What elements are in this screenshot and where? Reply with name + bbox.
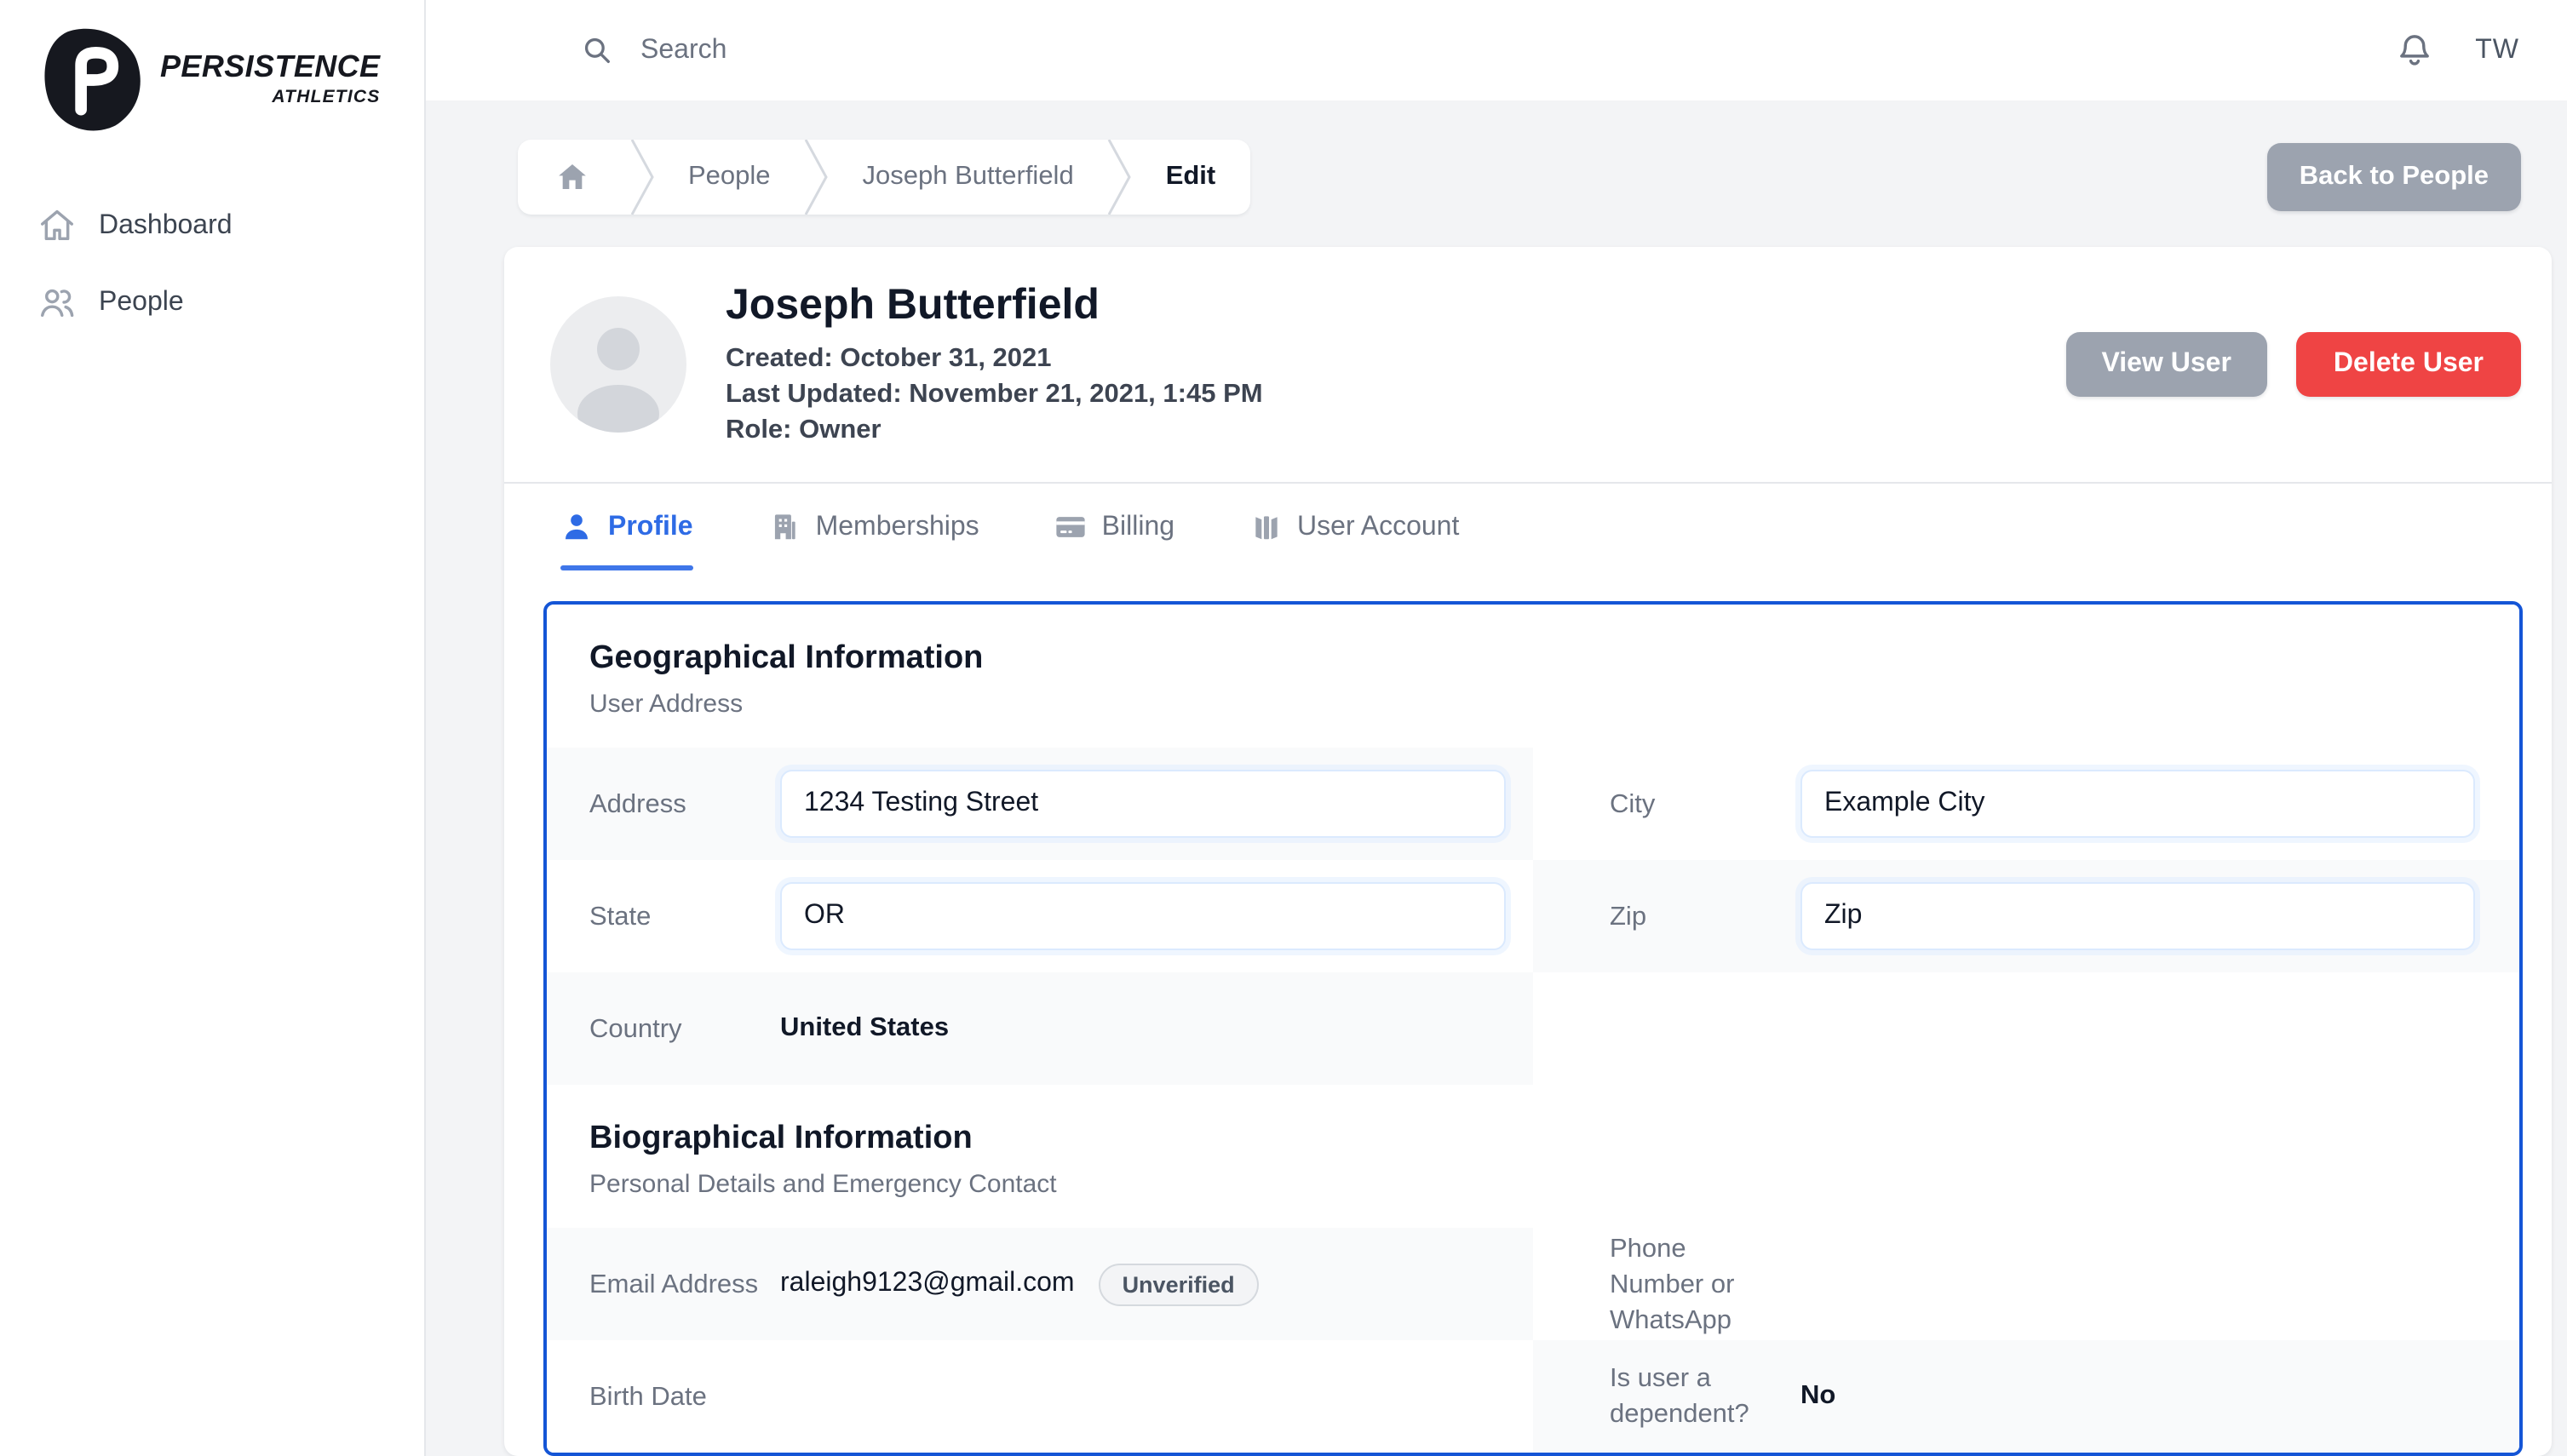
field-label: Is user a dependent?	[1610, 1361, 1800, 1432]
field-dependent: Is user a dependent? No	[1533, 1340, 2519, 1453]
section-title: Biographical Information	[589, 1121, 2477, 1158]
dependent-value: No	[1800, 1381, 1835, 1412]
field-label: Phone Number or WhatsApp	[1610, 1230, 1800, 1338]
user-card: Joseph Butterfield Created: October 31, …	[504, 247, 2552, 1456]
breadcrumb: People Joseph Butterfield Edit	[518, 140, 1249, 215]
sidebar-nav: Dashboard People	[0, 187, 424, 341]
tab-memberships[interactable]: Memberships	[768, 511, 979, 570]
persistence-logo-icon	[41, 27, 146, 129]
field-label: State	[589, 898, 780, 934]
chevron-separator-icon	[805, 140, 829, 215]
active-tab-underline	[560, 565, 693, 570]
bio-section-header: Biographical Information Personal Detail…	[547, 1085, 2519, 1228]
breadcrumb-home[interactable]	[518, 140, 630, 215]
field-label: City	[1610, 786, 1800, 822]
field-birth-date: Birth Date	[547, 1340, 1533, 1453]
topbar: TW	[426, 0, 2567, 100]
empty-cell	[1533, 972, 2519, 1085]
geo-section-header: Geographical Information User Address	[547, 605, 2519, 748]
field-label: Email Address	[589, 1266, 780, 1302]
field-label: Zip	[1610, 898, 1800, 934]
viewport: PERSISTENCE ATHLETICS Dashboard	[0, 0, 2567, 1456]
status-badge: Unverified	[1099, 1263, 1259, 1305]
sidebar-item-label: Dashboard	[99, 210, 233, 241]
field-phone: Phone Number or WhatsApp	[1533, 1228, 2519, 1340]
field-label: Address	[589, 786, 780, 822]
credit-card-icon	[1054, 511, 1087, 543]
user-meta: Joseph Butterfield Created: October 31, …	[726, 281, 2027, 448]
search-bar	[579, 32, 2395, 68]
field-label: Birth Date	[589, 1379, 780, 1414]
search-icon	[579, 32, 615, 68]
breadcrumb-row: People Joseph Butterfield Edit Bac	[504, 140, 2552, 215]
user-icon	[560, 511, 593, 543]
country-value: United States	[780, 1013, 949, 1044]
user-menu[interactable]: TW	[2475, 35, 2519, 66]
form-row-email-phone: Email Address raleigh9123@gmail.com Unve…	[547, 1228, 2519, 1340]
breadcrumb-edit: Edit	[1132, 140, 1250, 215]
chevron-separator-icon	[630, 140, 654, 215]
field-country: Country United States	[547, 972, 1533, 1085]
library-icon	[1249, 511, 1282, 543]
sidebar-item-dashboard[interactable]: Dashboard	[17, 187, 407, 264]
tab-profile[interactable]: Profile	[560, 511, 693, 570]
user-card-header: Joseph Butterfield Created: October 31, …	[504, 247, 2552, 484]
field-city: City	[1533, 748, 2519, 860]
state-input[interactable]	[780, 882, 1506, 950]
form-row-state-zip: State Zip	[547, 860, 2519, 972]
content: People Joseph Butterfield Edit Bac	[426, 100, 2567, 1456]
profile-form-panel: Geographical Information User Address Ad…	[543, 601, 2523, 1456]
breadcrumb-user[interactable]: Joseph Butterfield	[829, 140, 1108, 215]
header-actions: View User Delete User	[2066, 332, 2522, 397]
avatar	[550, 296, 686, 433]
city-input[interactable]	[1800, 770, 2475, 838]
page-title: Joseph Butterfield	[726, 281, 2027, 330]
user-role: Role: Owner	[726, 412, 2027, 448]
brand-name: PERSISTENCE ATHLETICS	[160, 49, 380, 107]
field-address: Address	[547, 748, 1533, 860]
section-subtitle: Personal Details and Emergency Contact	[589, 1170, 2477, 1199]
tab-user-account[interactable]: User Account	[1249, 511, 1459, 570]
users-icon	[37, 283, 77, 322]
form-row-birthdate-dependent: Birth Date Is user a dependent? No	[547, 1340, 2519, 1453]
section-subtitle: User Address	[589, 690, 2477, 719]
field-label: Country	[589, 1011, 780, 1046]
form-row-country: Country United States	[547, 972, 2519, 1085]
sidebar-item-label: People	[99, 287, 184, 318]
breadcrumb-people[interactable]: People	[654, 140, 805, 215]
tab-bar: Profile Memberships	[504, 484, 2552, 570]
topbar-right: TW	[2395, 31, 2519, 70]
form-row-address-city: Address City	[547, 748, 2519, 860]
brand-logo[interactable]: PERSISTENCE ATHLETICS	[0, 0, 424, 129]
user-created: Created: October 31, 2021	[726, 341, 2027, 376]
chevron-separator-icon	[1108, 140, 1132, 215]
building-icon	[768, 511, 801, 543]
search-input[interactable]	[640, 35, 1356, 66]
user-last-updated: Last Updated: November 21, 2021, 1:45 PM	[726, 376, 2027, 412]
zip-input[interactable]	[1800, 882, 2475, 950]
back-to-people-button[interactable]: Back to People	[2267, 143, 2521, 211]
home-icon	[555, 160, 589, 194]
sidebar-item-people[interactable]: People	[17, 264, 407, 341]
delete-user-button[interactable]: Delete User	[2296, 332, 2521, 397]
home-icon	[37, 206, 77, 245]
sidebar: PERSISTENCE ATHLETICS Dashboard	[0, 0, 426, 1456]
app: PERSISTENCE ATHLETICS Dashboard	[0, 0, 2567, 1456]
main-area: TW Pe	[426, 0, 2567, 1456]
view-user-button[interactable]: View User	[2066, 332, 2267, 397]
address-input[interactable]	[780, 770, 1506, 838]
bell-icon[interactable]	[2395, 31, 2434, 70]
field-email: Email Address raleigh9123@gmail.com Unve…	[547, 1228, 1533, 1340]
field-state: State	[547, 860, 1533, 972]
section-title: Geographical Information	[589, 640, 2477, 678]
tab-billing[interactable]: Billing	[1054, 511, 1174, 570]
email-value: raleigh9123@gmail.com	[780, 1269, 1075, 1299]
field-zip: Zip	[1533, 860, 2519, 972]
